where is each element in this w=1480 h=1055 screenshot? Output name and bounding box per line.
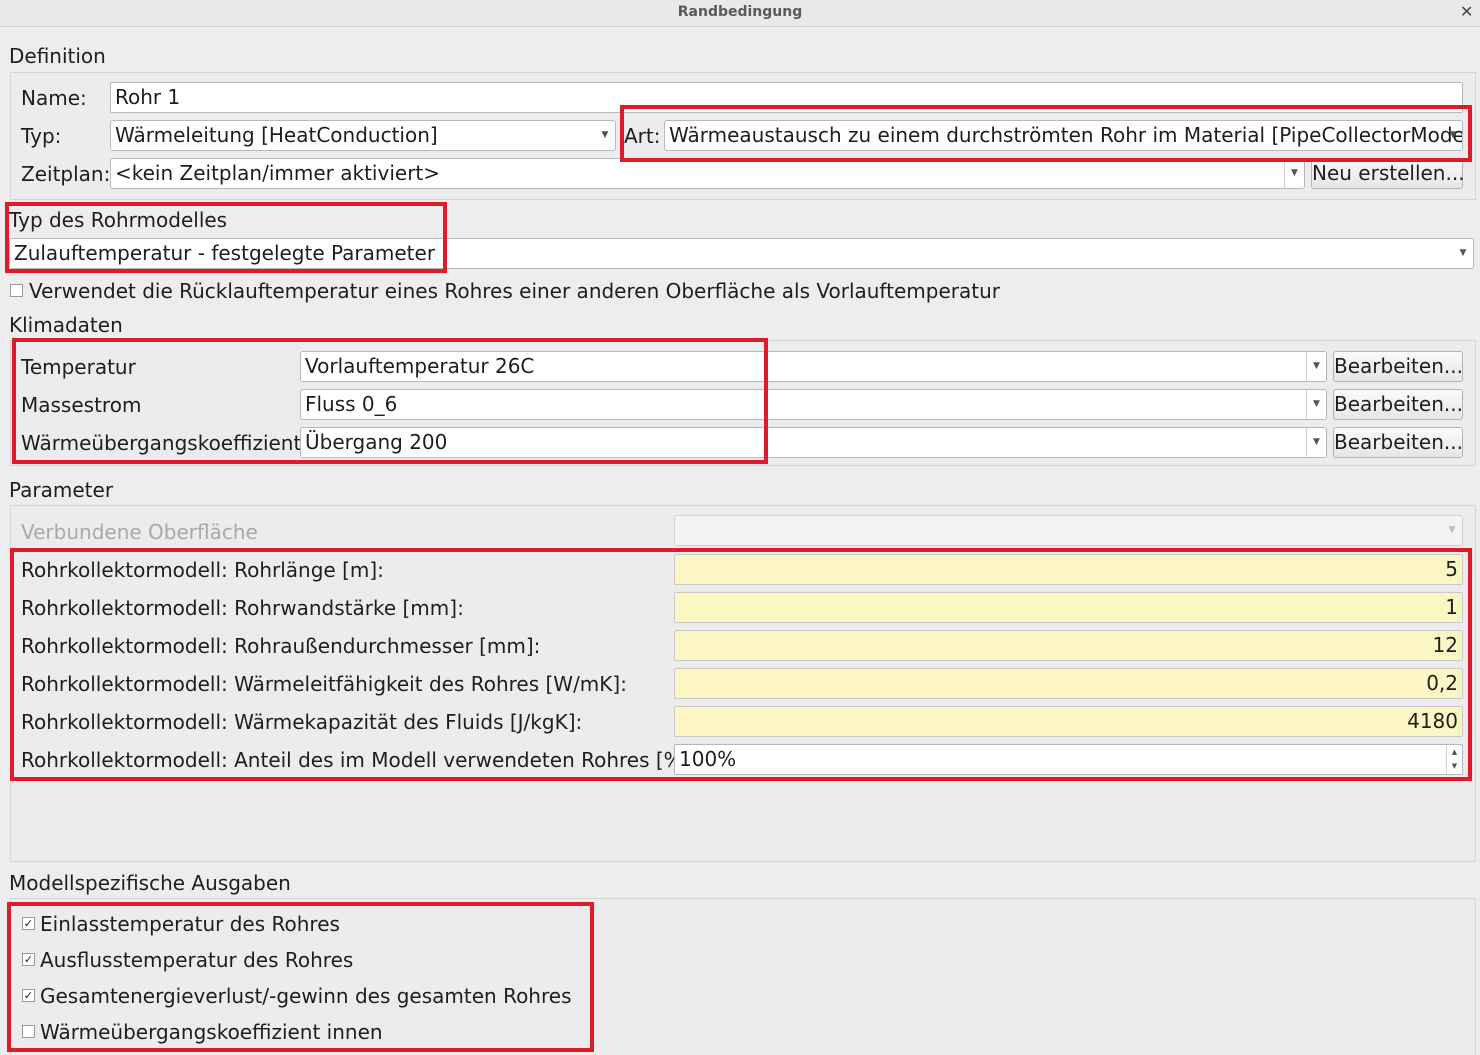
rohrmodell-value: Zulauftemperatur - festgelegte Parameter (14, 241, 436, 265)
ausflusstemperatur-checkbox[interactable]: ✓ (22, 953, 35, 966)
ruecklauf-checkbox[interactable] (10, 284, 23, 297)
definition-group-title: Definition (9, 44, 106, 68)
waermeleitfaehigkeit-label: Rohrkollektormodell: Wärmeleitfähigkeit … (21, 672, 627, 696)
close-icon[interactable]: ✕ (1460, 2, 1473, 21)
waermeleitfaehigkeit-input[interactable]: 0,2 (674, 668, 1463, 699)
name-input[interactable]: Rohr 1 (110, 82, 1463, 113)
temperatur-value: Vorlauftemperatur 26C (305, 354, 535, 378)
typ-label: Typ: (21, 124, 62, 148)
waermeuebergang-innen-label: Wärmeübergangskoeffizient innen (40, 1020, 383, 1044)
rohrlaenge-input[interactable]: 5 (674, 554, 1463, 585)
gesamtenergie-label: Gesamtenergieverlust/-gewinn des gesamte… (40, 984, 572, 1008)
anteil-spinbox[interactable]: 100% ▲ ▼ (674, 744, 1463, 775)
chevron-down-icon: ▼ (1284, 159, 1304, 188)
spin-arrows-icon[interactable]: ▲ ▼ (1446, 745, 1462, 774)
waermekapazitaet-label: Rohrkollektormodell: Wärmekapazität des … (21, 710, 583, 734)
rohrmodell-group-title: Typ des Rohrmodelles (9, 208, 228, 232)
art-label: Art: (624, 124, 661, 148)
massestrom-label: Massestrom (21, 393, 142, 417)
rohrwandstaerke-label: Rohrkollektormodell: Rohrwandstärke [mm]… (21, 596, 464, 620)
chevron-down-icon: ▼ (1448, 525, 1456, 535)
ausgaben-group-title: Modellspezifische Ausgaben (9, 871, 291, 895)
uebergang-combobox[interactable]: Übergang 200 ▼ (300, 427, 1327, 458)
verbundene-oberflaeche-combobox: ▼ (674, 515, 1463, 546)
temperatur-label: Temperatur (21, 355, 136, 379)
chevron-down-icon: ▼ (1459, 248, 1467, 258)
typ-combobox[interactable]: Wärmeleitung [HeatConduction] ▼ (110, 120, 616, 151)
art-value: Wärmeaustausch zu einem durchströmten Ro… (669, 123, 1463, 147)
massestrom-bearbeiten-button[interactable]: Bearbeiten... (1333, 389, 1463, 420)
einlasstemperatur-label: Einlasstemperatur des Rohres (40, 912, 340, 936)
chevron-down-icon: ▼ (1306, 390, 1326, 419)
chevron-down-icon: ▼ (1306, 428, 1326, 457)
chevron-down-icon: ▼ (1306, 352, 1326, 381)
chevron-down-icon: ▼ (1449, 130, 1457, 140)
rohrwandstaerke-input[interactable]: 1 (674, 592, 1463, 623)
einlasstemperatur-checkbox[interactable]: ✓ (22, 917, 35, 930)
rohrlaenge-label: Rohrkollektormodell: Rohrlänge [m]: (21, 558, 384, 582)
massestrom-value: Fluss 0_6 (305, 392, 398, 416)
verbundene-oberflaeche-label: Verbundene Oberfläche (21, 520, 258, 544)
ausflusstemperatur-label: Ausflusstemperatur des Rohres (40, 948, 354, 972)
uebergang-value: Übergang 200 (305, 430, 448, 454)
window-title: Randbedingung (677, 4, 803, 20)
klimadaten-group-title: Klimadaten (9, 313, 123, 337)
ruecklauf-checkbox-label: Verwendet die Rücklauftemperatur eines R… (29, 279, 1000, 303)
waermekapazitaet-input[interactable]: 4180 (674, 706, 1463, 737)
uebergang-label: Wärmeübergangskoeffizient (21, 431, 302, 455)
chevron-down-icon: ▼ (601, 130, 609, 140)
massestrom-combobox[interactable]: Fluss 0_6 ▼ (300, 389, 1327, 420)
name-label: Name: (21, 86, 87, 110)
rohraussendurchmesser-label: Rohrkollektormodell: Rohraußendurchmesse… (21, 634, 541, 658)
rohrmodell-combobox[interactable]: Zulauftemperatur - festgelegte Parameter… (9, 238, 1474, 269)
gesamtenergie-checkbox[interactable]: ✓ (22, 989, 35, 1002)
zeitplan-combobox[interactable]: <kein Zeitplan/immer aktiviert> ▼ (110, 158, 1305, 189)
temperatur-bearbeiten-button[interactable]: Bearbeiten... (1333, 351, 1463, 382)
uebergang-bearbeiten-button[interactable]: Bearbeiten... (1333, 427, 1463, 458)
art-combobox[interactable]: Wärmeaustausch zu einem durchströmten Ro… (664, 120, 1463, 151)
neu-erstellen-button[interactable]: Neu erstellen... (1311, 158, 1465, 189)
anteil-label: Rohrkollektormodell: Anteil des im Model… (21, 748, 698, 772)
temperatur-combobox[interactable]: Vorlauftemperatur 26C ▼ (300, 351, 1327, 382)
rohraussendurchmesser-input[interactable]: 12 (674, 630, 1463, 661)
zeitplan-label: Zeitplan: (21, 162, 111, 186)
waermeuebergang-innen-checkbox[interactable] (22, 1025, 35, 1038)
parameter-group-title: Parameter (9, 478, 114, 502)
typ-value: Wärmeleitung [HeatConduction] (115, 123, 438, 147)
zeitplan-value: <kein Zeitplan/immer aktiviert> (115, 161, 441, 185)
anteil-value: 100% (679, 747, 737, 771)
